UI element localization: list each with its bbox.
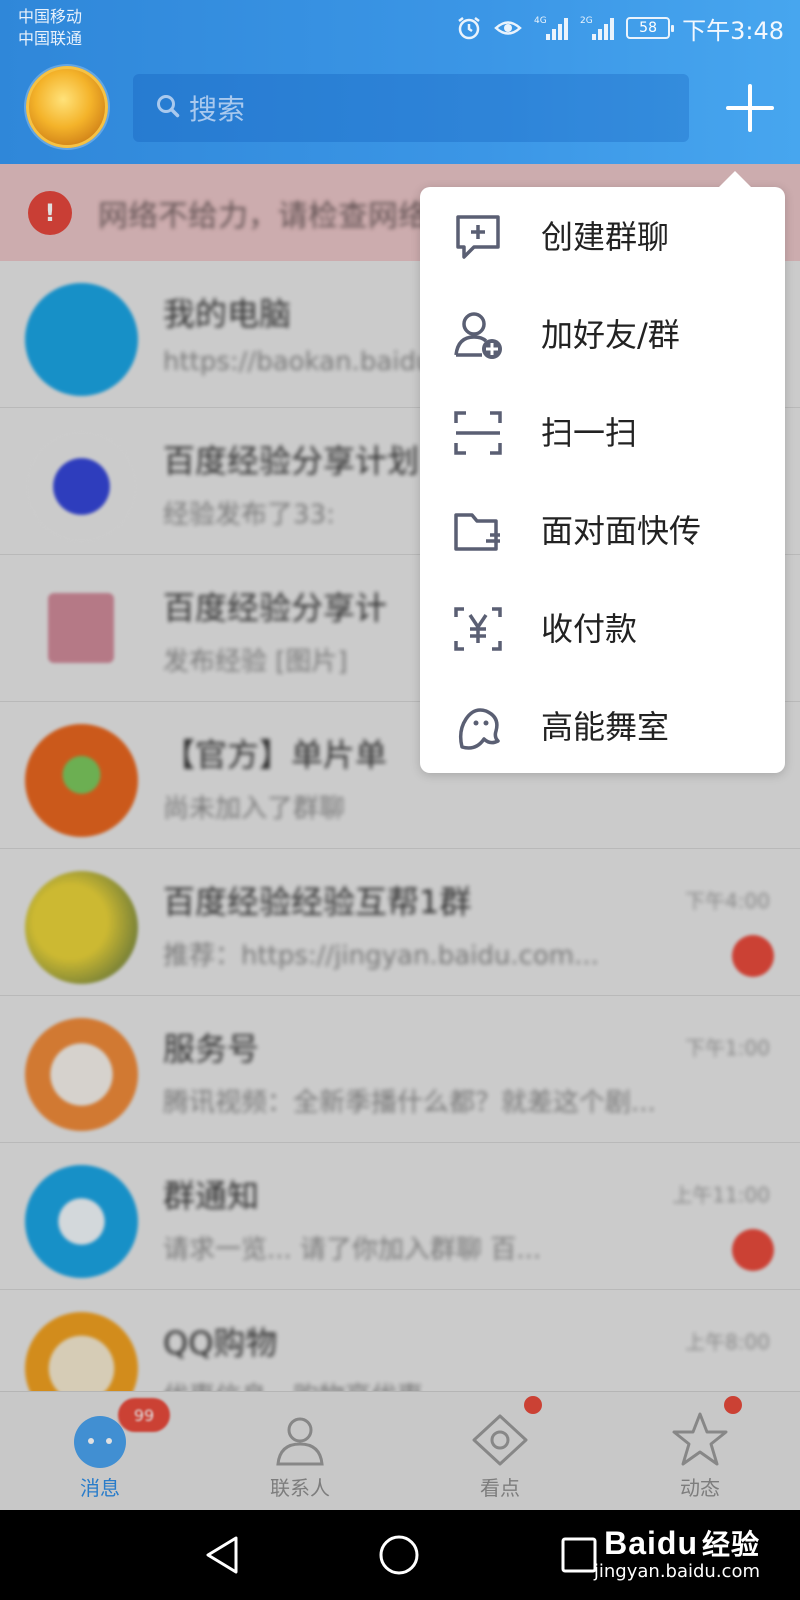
baidu-jingyan-watermark: Baidu 经验 jingyan.baidu.com: [594, 1523, 760, 1582]
menu-item-label: 扫一扫: [541, 414, 638, 452]
star-icon: [668, 1408, 732, 1472]
conversation-preview: 推荐：https://jingyan.baidu.com...: [163, 941, 599, 971]
new-content-dot: [724, 1396, 742, 1414]
create-group-chat-icon: [452, 211, 504, 263]
menu-item-scan[interactable]: 扫一扫: [420, 383, 785, 481]
list-item[interactable]: QQ购物 优惠信息，购物享优惠 上午8:00: [0, 1290, 800, 1391]
conversation-preview: 腾讯视频：全新季播什么都？就差这个剧...: [163, 1088, 656, 1118]
battery-indicator: 58: [626, 17, 675, 39]
conversation-name: 我的电脑: [163, 295, 292, 333]
back-triangle-icon[interactable]: [200, 1532, 246, 1578]
network-2-label: 2G: [580, 16, 593, 26]
conversation-name: QQ购物: [163, 1324, 278, 1362]
menu-item-label: 加好友/群: [541, 316, 680, 354]
top-header: 中国移动 中国联通 4G 2G 58 下午3:48 搜索: [0, 0, 800, 164]
conversation-name: 【官方】单片单: [163, 736, 388, 774]
contacts-icon: [268, 1408, 332, 1472]
search-bar[interactable]: 搜索: [133, 74, 689, 142]
tab-label: 联系人: [270, 1476, 330, 1500]
signal-2g-icon: 2G: [580, 14, 615, 42]
menu-item-label: 高能舞室: [541, 708, 670, 746]
search-placeholder: 搜索: [189, 93, 246, 126]
tab-messages[interactable]: 99 消息: [0, 1392, 200, 1511]
signal-4g-icon: 4G: [534, 14, 569, 42]
conversation-preview: 请求一览... 请了你加入群聊 百...: [163, 1235, 542, 1265]
add-friend-icon: [452, 309, 504, 361]
conversation-avatar: [25, 430, 138, 543]
menu-item-label: 面对面快传: [541, 512, 702, 550]
conversation-avatar: [25, 1018, 138, 1131]
conversation-time: 下午1:00: [685, 1036, 770, 1060]
unread-badge: [732, 935, 774, 977]
tab-label: 消息: [80, 1476, 120, 1500]
clock: 下午3:48: [682, 16, 784, 45]
tab-moments[interactable]: 动态: [600, 1392, 800, 1511]
menu-item-payment[interactable]: 收付款: [420, 579, 785, 677]
status-bar: 中国移动 中国联通 4G 2G 58 下午3:48: [0, 0, 800, 56]
home-circle-icon[interactable]: [376, 1532, 422, 1578]
conversation-time: 下午4:00: [685, 889, 770, 913]
conversation-name: 百度经验分享计划: [163, 442, 420, 480]
search-icon: [155, 93, 181, 123]
status-icons: 4G 2G 58 下午3:48: [456, 10, 784, 46]
banner-text: 网络不给力，请检查网络: [98, 198, 428, 234]
conversation-avatar: [25, 724, 138, 837]
face-to-face-transfer-icon: [452, 505, 504, 557]
menu-item-face-to-face[interactable]: 面对面快传: [420, 481, 785, 579]
tab-contacts[interactable]: 联系人: [200, 1392, 400, 1511]
eye-comfort-icon: [494, 17, 522, 39]
conversation-avatar: [48, 593, 114, 663]
conversation-avatar: [25, 1165, 138, 1278]
network-1-label: 4G: [534, 16, 547, 26]
payment-icon: [452, 603, 504, 655]
tab-unread-badge: 99: [118, 1398, 170, 1432]
conversation-name: 群通知: [163, 1177, 260, 1215]
conversation-avatar: [25, 871, 138, 984]
alert-icon: !: [28, 190, 72, 235]
conversation-preview: 优惠信息，购物享优惠: [163, 1376, 683, 1391]
list-item[interactable]: 服务号 腾讯视频：全新季播什么都？就差这个剧... 下午1:00: [0, 996, 800, 1143]
conversation-avatar: [25, 283, 138, 396]
conversation-time: 上午8:00: [685, 1330, 770, 1354]
conversation-time: 上午11:00: [672, 1183, 770, 1207]
list-item[interactable]: 百度经验经验互帮1群 推荐：https://jingyan.baidu.com.…: [0, 849, 800, 996]
tab-label: 看点: [480, 1476, 520, 1500]
new-content-dot: [524, 1396, 542, 1414]
conversation-name: 服务号: [163, 1030, 260, 1068]
conversation-preview: 尚未加入了群聊: [163, 794, 346, 824]
watermark-brand: Baidu: [604, 1525, 698, 1561]
scan-icon: [452, 407, 504, 459]
tab-label: 动态: [680, 1476, 720, 1500]
conversation-avatar: [25, 1312, 138, 1391]
menu-item-add-friend[interactable]: 加好友/群: [420, 285, 785, 383]
carrier-2: 中国联通: [18, 29, 83, 48]
conversation-name: 百度经验经验互帮1群: [163, 883, 472, 921]
list-item[interactable]: 群通知 请求一览... 请了你加入群聊 百... 上午11:00: [0, 1143, 800, 1290]
conversation-name: 百度经验分享计: [163, 589, 388, 627]
carrier-labels: 中国移动 中国联通: [18, 6, 82, 50]
menu-item-create-group[interactable]: 创建群聊: [420, 187, 785, 285]
alarm-icon: [456, 15, 482, 41]
eye-icon: [468, 1408, 532, 1472]
bottom-tab-bar: 99 消息 联系人 看点 动态: [0, 1391, 800, 1510]
menu-item-label: 收付款: [541, 610, 638, 648]
plus-icon[interactable]: [722, 80, 778, 136]
tab-discover[interactable]: 看点: [400, 1392, 600, 1511]
watermark-brand-cn: 经验: [701, 1529, 760, 1560]
menu-item-label: 创建群聊: [541, 218, 670, 256]
plus-popup-menu: 创建群聊 加好友/群 扫一扫 面对面快传 收付款 高能舞室: [420, 171, 785, 775]
unread-badge: [732, 1229, 774, 1271]
ghost-dance-icon: [452, 701, 504, 753]
watermark-url: jingyan.baidu.com: [593, 1561, 760, 1582]
menu-item-ghost-dance[interactable]: 高能舞室: [420, 677, 785, 775]
user-avatar[interactable]: [26, 66, 108, 148]
carrier-1: 中国移动: [18, 7, 83, 26]
